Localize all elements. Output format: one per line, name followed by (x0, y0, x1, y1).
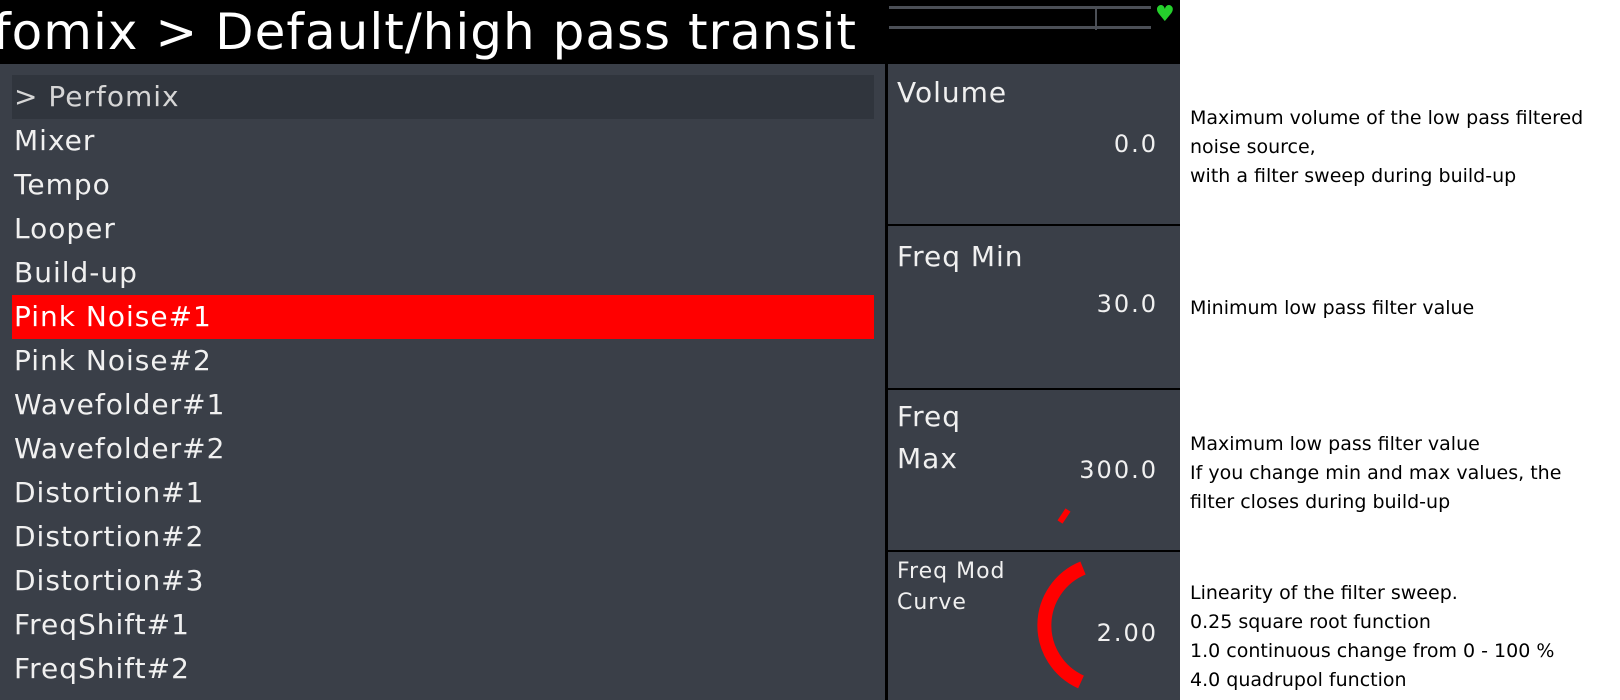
menu-item-mixer[interactable]: Mixer (12, 119, 874, 163)
description-volume: Maximum volume of the low pass filtered … (1190, 107, 1584, 187)
param-freq-mod-curve[interactable]: Freq Mod Curve 2.00 (888, 552, 1180, 700)
menu-item-tempo[interactable]: Tempo (12, 163, 874, 207)
menu-item-pink-noise-1[interactable]: Pink Noise#1 (12, 295, 874, 339)
breadcrumb-title: Perfomix > Default/high pass transit (0, 3, 857, 61)
menu-item-looper[interactable]: Looper (12, 207, 874, 251)
menu-item-freqshift-2[interactable]: FreqShift#2 (12, 647, 874, 691)
param-freq-min[interactable]: Freq Min 30.0 (888, 226, 1180, 388)
heart-icon: ♥ (1155, 2, 1175, 27)
menu-item-wavefolder-1[interactable]: Wavefolder#1 (12, 383, 874, 427)
title-bar: Perfomix > Default/high pass transit (0, 0, 885, 64)
menu-item-wavefolder-2[interactable]: Wavefolder#2 (12, 427, 874, 471)
meter-bar-top (889, 6, 1151, 9)
meter-tick (1095, 6, 1097, 30)
device-screen: Perfomix > Default/high pass transit ♥ >… (0, 0, 1180, 700)
menu-item-pink-noise-2[interactable]: Pink Noise#2 (12, 339, 874, 383)
description-freq-max: Maximum low pass filter value If you cha… (1190, 433, 1562, 513)
param-freq-max[interactable]: Freq Max 300.0 (888, 390, 1180, 550)
param-value: 30.0 (1096, 290, 1158, 318)
menu-item-freqshift-1[interactable]: FreqShift#1 (12, 603, 874, 647)
description-freq-min: Minimum low pass filter value (1190, 297, 1475, 319)
meter-bar-bottom (889, 26, 1151, 29)
description-freq-mod-curve: Linearity of the filter sweep. 0.25 squa… (1190, 582, 1555, 691)
menu-item-distortion-3[interactable]: Distortion#3 (12, 559, 874, 603)
level-meter: ♥ (885, 0, 1180, 64)
param-volume[interactable]: Volume 0.0 (888, 64, 1180, 224)
param-value: 0.0 (1113, 130, 1158, 158)
menu-item-distortion-2[interactable]: Distortion#2 (12, 515, 874, 559)
param-label: Volume (897, 76, 1008, 109)
menu-item-distortion-1[interactable]: Distortion#1 (12, 471, 874, 515)
menu-parent-item[interactable]: > Perfomix (12, 75, 874, 119)
param-knob-arc (1037, 561, 1086, 689)
menu-item-build-up[interactable]: Build-up (12, 251, 874, 295)
param-label: Freq Min (897, 240, 1024, 273)
menu-list: > Perfomix Mixer Tempo Looper Build-up P… (0, 64, 885, 700)
param-knob-arc (1057, 508, 1071, 524)
